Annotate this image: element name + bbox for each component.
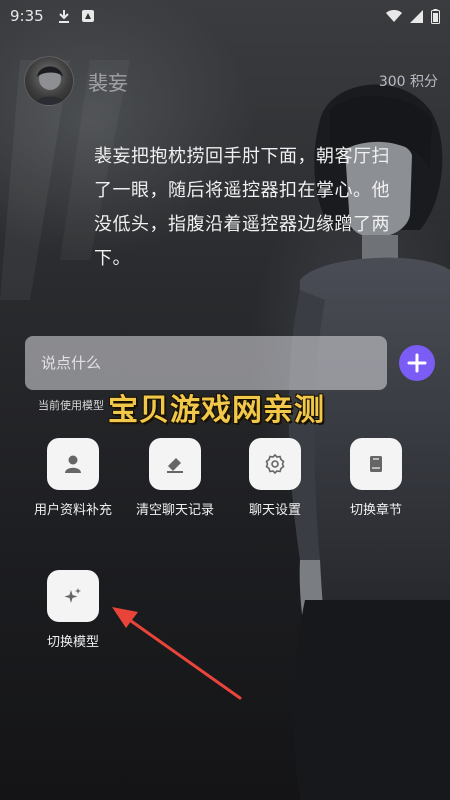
points-balance[interactable]: 300 积分: [379, 71, 438, 91]
app-icon: [81, 10, 94, 22]
chat-input-row: [25, 336, 435, 390]
status-time: 9:35: [10, 7, 44, 25]
action-label: 用户资料补充: [33, 503, 112, 518]
gear-icon: [265, 453, 285, 475]
book-icon: [370, 456, 382, 472]
chat-header: 裴妄 300 积分: [24, 54, 438, 108]
narration-text: 裴妄把抱枕捞回手肘下面，朝客厅扫了一眼，随后将遥控器扣在掌心。他没低头，指腹沿着…: [94, 146, 390, 269]
action-switch-chapter[interactable]: 切换章节: [331, 438, 421, 522]
action-tile[interactable]: [249, 438, 301, 490]
chat-input[interactable]: [25, 336, 387, 390]
current-model-hint: 当前使用模型: [38, 399, 104, 412]
action-switch-model[interactable]: 切换模型: [28, 570, 118, 654]
user-icon: [65, 455, 81, 473]
action-label: 聊天设置: [248, 503, 301, 518]
signal-icon: [410, 9, 423, 23]
action-chat-settings[interactable]: 聊天设置: [230, 438, 320, 522]
action-tile[interactable]: [47, 570, 99, 622]
action-label: 清空聊天记录: [135, 503, 214, 518]
character-avatar[interactable]: [24, 56, 74, 106]
battery-icon: [431, 8, 440, 24]
download-icon: [58, 10, 69, 23]
action-clear-history[interactable]: 清空聊天记录: [130, 438, 220, 522]
add-button[interactable]: [399, 345, 435, 381]
character-name: 裴妄: [88, 70, 128, 95]
wifi-icon: [386, 9, 402, 22]
action-tile[interactable]: [149, 438, 201, 490]
action-label: 切换模型: [46, 635, 99, 650]
status-bar: 9:35: [0, 0, 450, 32]
watermark: 宝贝游戏网亲测: [108, 393, 325, 428]
eraser-icon: [167, 458, 183, 473]
avatar-image: [33, 66, 67, 105]
action-tile[interactable]: [350, 438, 402, 490]
sparkle-icon: [64, 588, 81, 603]
action-user-profile[interactable]: 用户资料补充: [28, 438, 118, 522]
plus-icon: [407, 353, 427, 373]
action-label: 切换章节: [349, 503, 402, 518]
action-tile[interactable]: [47, 438, 99, 490]
